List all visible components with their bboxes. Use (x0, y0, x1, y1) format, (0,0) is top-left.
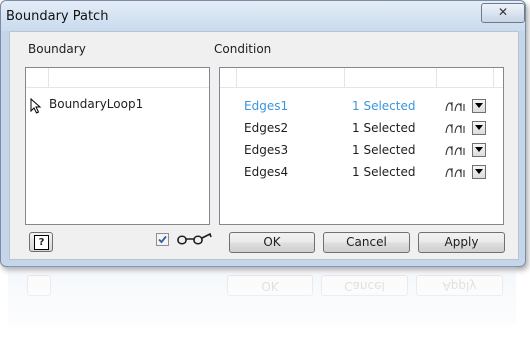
condition-list-header (220, 68, 503, 88)
boundary-list[interactable]: BoundaryLoop1 (25, 67, 210, 225)
condition-row[interactable]: Edges4 1 Selected (220, 162, 503, 184)
list-item[interactable]: BoundaryLoop1 (26, 94, 209, 116)
dialog-body: Boundary Condition BoundaryLoop1 Edges1 … (9, 31, 519, 260)
checkmark-icon (158, 235, 167, 244)
condition-list[interactable]: Edges1 1 Selected Edges2 1 Selected Edge… (219, 67, 504, 225)
chevron-down-icon (475, 147, 483, 152)
chevron-down-icon (475, 103, 483, 108)
cancel-button[interactable]: Cancel (323, 232, 410, 253)
header-separator (344, 68, 345, 87)
preview-checkbox[interactable] (156, 233, 169, 246)
condition-status: 1 Selected (352, 143, 416, 157)
condition-status: 1 Selected (352, 165, 416, 179)
apply-button[interactable]: Apply (418, 232, 505, 253)
condition-name: Edges2 (244, 121, 289, 135)
dialog-reflection: OK Cancel Apply (0, 266, 524, 347)
close-icon: ✕ (497, 5, 509, 19)
condition-label: Condition (214, 42, 272, 56)
reflection-cancel-button: Cancel (321, 275, 408, 296)
header-separator (436, 68, 437, 87)
reflection-ok-button: OK (227, 275, 313, 296)
title-bar[interactable]: Boundary Patch ✕ (1, 1, 525, 31)
glasses-icon (177, 232, 212, 245)
tangent-condition-icon[interactable] (444, 121, 466, 136)
condition-dropdown-button[interactable] (472, 121, 486, 135)
close-button[interactable]: ✕ (481, 3, 525, 23)
tangent-condition-icon[interactable] (444, 99, 466, 114)
reflection-apply-button: Apply (416, 275, 503, 296)
condition-status: 1 Selected (352, 121, 416, 135)
boundary-label: Boundary (28, 42, 86, 56)
header-separator (493, 68, 494, 87)
header-separator (48, 68, 49, 87)
help-icon: ? (34, 235, 49, 250)
chevron-down-icon (475, 125, 483, 130)
condition-name: Edges4 (244, 165, 289, 179)
condition-name: Edges1 (244, 99, 289, 113)
tangent-condition-icon[interactable] (444, 165, 466, 180)
condition-dropdown-button[interactable] (472, 143, 486, 157)
reflection-help-button (27, 275, 51, 296)
help-button[interactable]: ? (29, 232, 53, 252)
condition-dropdown-button[interactable] (472, 165, 486, 179)
boundary-patch-dialog: Boundary Patch ✕ Boundary Condition Boun… (0, 0, 526, 267)
arrow-cursor-icon (30, 98, 42, 114)
condition-dropdown-button[interactable] (472, 99, 486, 113)
condition-name: Edges3 (244, 143, 289, 157)
boundary-list-header (26, 68, 209, 88)
tangent-condition-icon[interactable] (444, 143, 466, 158)
condition-row[interactable]: Edges3 1 Selected (220, 140, 503, 162)
dialog-title: Boundary Patch (6, 9, 109, 24)
chevron-down-icon (475, 169, 483, 174)
condition-row[interactable]: Edges1 1 Selected (220, 96, 503, 118)
ok-button[interactable]: OK (229, 232, 315, 253)
boundary-loop-label: BoundaryLoop1 (49, 97, 144, 111)
header-separator (236, 68, 237, 87)
condition-status: 1 Selected (352, 99, 416, 113)
condition-row[interactable]: Edges2 1 Selected (220, 118, 503, 140)
